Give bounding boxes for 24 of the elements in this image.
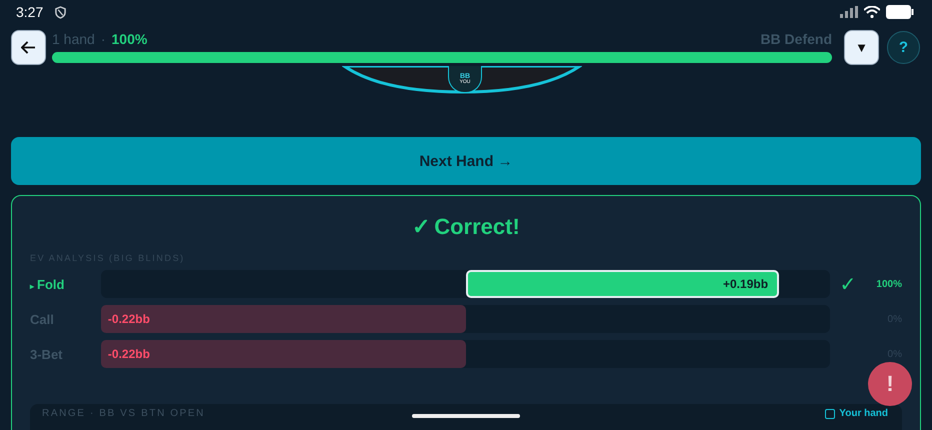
- battery-icon: [886, 5, 914, 19]
- frequency-value: 100%: [875, 278, 902, 290]
- next-hand-button[interactable]: Next Hand →: [11, 137, 921, 185]
- separator-dot: ·: [100, 31, 106, 47]
- check-icon: ✓: [412, 214, 430, 240]
- hand-count: 1 hand: [52, 31, 95, 47]
- legend-swatch-icon: [825, 409, 836, 419]
- accuracy-value: 100%: [112, 31, 148, 47]
- back-arrow-icon: [21, 40, 36, 54]
- signal-icon: [840, 6, 858, 18]
- help-button[interactable]: ?: [887, 30, 920, 64]
- legend-label: Your hand: [839, 408, 888, 419]
- scenario-label: BB Defend: [760, 31, 832, 47]
- action-label: ▸ Fold: [30, 276, 66, 292]
- ev-bar: -0.22bb: [100, 305, 466, 333]
- wifi-icon: [864, 6, 880, 18]
- ev-bar: +0.19bb: [466, 270, 780, 298]
- back-button[interactable]: [11, 30, 46, 64]
- shield-icon: [55, 6, 66, 18]
- dropdown-button[interactable]: ▼: [844, 30, 879, 64]
- clock-time: 3:27: [16, 4, 44, 20]
- result-title: Correct!: [434, 214, 520, 240]
- check-icon: ✓: [840, 272, 857, 296]
- ev-bar: -0.22bb: [100, 340, 466, 368]
